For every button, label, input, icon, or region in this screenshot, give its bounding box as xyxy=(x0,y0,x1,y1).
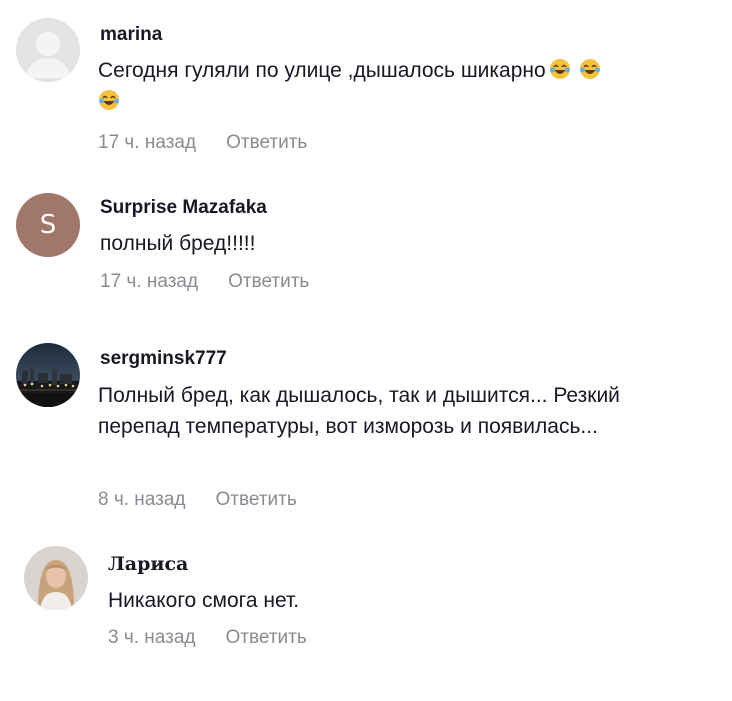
comment-meta: 17 ч. назад Ответить xyxy=(98,132,307,154)
comment-username[interactable]: sergminsk777 xyxy=(100,348,227,370)
avatar[interactable] xyxy=(16,343,80,407)
reply-button[interactable]: Ответить xyxy=(228,271,309,292)
reply-button[interactable]: Ответить xyxy=(226,627,307,648)
comment-username[interactable]: Surprise Mazafaka xyxy=(100,197,267,219)
comment-text: полный бред!!!!! xyxy=(100,232,256,255)
comment-text: Никакого смога нет. xyxy=(108,589,300,612)
comment-meta: 3 ч. назад Ответить xyxy=(108,627,307,649)
avatar[interactable]: S xyxy=(16,193,80,257)
comment-time: 8 ч. назад xyxy=(98,489,186,510)
joy-icon xyxy=(579,58,601,80)
joy-icon xyxy=(549,58,571,80)
avatar[interactable] xyxy=(24,546,88,610)
comment-username[interactable]: marina xyxy=(100,24,162,46)
reply-button[interactable]: Ответить xyxy=(216,489,297,510)
default-avatar-icon xyxy=(26,32,70,78)
comment-text: Сегодня гуляли по улице ,дышалось шикарн… xyxy=(98,55,718,117)
comment-text-content: Сегодня гуляли по улице ,дышалось шикарн… xyxy=(98,59,546,82)
reply-button[interactable]: Ответить xyxy=(226,132,307,153)
comment-time: 3 ч. назад xyxy=(108,627,196,648)
joy-icon xyxy=(98,89,120,111)
comment-meta: 17 ч. назад Ответить xyxy=(100,271,309,293)
comment-username[interactable]: Лариса xyxy=(108,553,188,575)
comment-time: 17 ч. назад xyxy=(100,271,199,292)
avatar[interactable] xyxy=(16,18,80,82)
avatar-letter: S xyxy=(39,210,57,240)
woman-portrait-photo xyxy=(24,546,88,610)
comment-text: Полный бред, как дышалось, так и дышится… xyxy=(98,384,620,438)
comment-meta: 8 ч. назад Ответить xyxy=(98,489,297,511)
comment-time: 17 ч. назад xyxy=(98,132,197,153)
night-city-photo xyxy=(16,343,80,407)
